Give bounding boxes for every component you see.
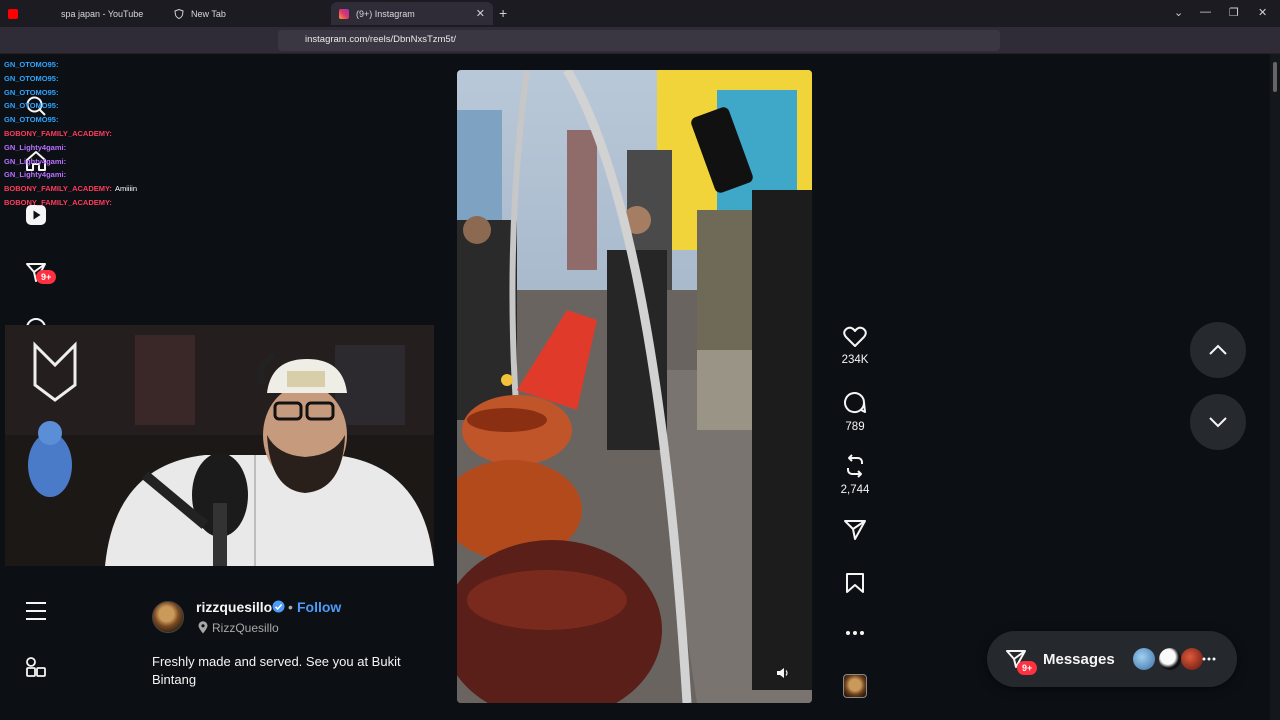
tab-new-tab-label: New Tab	[191, 8, 226, 19]
message-avatar	[1133, 648, 1155, 670]
save-action[interactable]	[836, 572, 874, 594]
audio-thumbnail[interactable]	[843, 674, 867, 698]
more-dots-icon	[1202, 657, 1216, 661]
chat-message: GN_Lighty4gami:	[4, 168, 244, 182]
next-reel-button[interactable]	[1190, 394, 1246, 450]
chevron-down-icon	[1209, 417, 1227, 428]
messages-label: Messages	[1043, 651, 1115, 668]
close-window-button[interactable]: ✕	[1258, 6, 1267, 19]
tab-instagram[interactable]: (9+) Instagram ✕	[331, 2, 493, 25]
verified-badge-icon	[272, 600, 285, 613]
shield-favicon-icon	[174, 8, 184, 19]
message-avatar	[1159, 648, 1181, 670]
hamburger-menu-icon	[26, 602, 46, 620]
chat-message: BOBONY_FAMILY_ACADEMY:	[4, 196, 244, 210]
chat-message: GN_OTOMO95:	[4, 99, 244, 113]
minimize-button[interactable]: —	[1200, 6, 1211, 18]
youtube-favicon-icon	[8, 8, 18, 19]
notifications-badge: 9+	[36, 270, 57, 284]
webcam-image	[5, 325, 434, 566]
chat-username: GN_OTOMO95:	[4, 115, 59, 125]
like-count: 234K	[841, 354, 869, 366]
instagram-favicon-icon	[339, 8, 349, 19]
chat-message: BOBONY_FAMILY_ACADEMY:	[4, 127, 244, 141]
repost-action[interactable]: 2,744	[836, 454, 874, 496]
stream-chat-overlay: GN_OTOMO95: GN_OTOMO95: GN_OTOMO95: GN_OTOM…	[4, 58, 244, 210]
browser-tab-bar: spa japan - YouTube New Tab (9+) Instagr…	[0, 0, 1280, 27]
scrollbar-thumb[interactable]	[1273, 62, 1277, 92]
grid-apps-icon	[26, 657, 46, 677]
chat-message: GN_OTOMO95:	[4, 113, 244, 127]
reel-video[interactable]	[457, 70, 812, 703]
tab-instagram-label: (9+) Instagram	[356, 8, 415, 19]
messages-button[interactable]: 9+ Messages	[987, 631, 1237, 687]
chat-message: BOBONY_FAMILY_ACADEMY: Amiiiin	[4, 182, 244, 196]
chat-username: GN_OTOMO95:	[4, 60, 59, 69]
tab-new-tab[interactable]: New Tab	[166, 2, 331, 25]
separator-dot: •	[288, 599, 293, 615]
post-location[interactable]: RizzQuesillo	[212, 621, 279, 635]
chat-username: GN_OTOMO95:	[4, 101, 59, 111]
more-options-action[interactable]	[836, 630, 874, 636]
author-avatar[interactable]	[152, 601, 184, 633]
chat-message: GN_OTOMO95:	[4, 72, 244, 86]
share-action[interactable]	[836, 519, 874, 541]
sidebar-item-messages[interactable]: 9+	[22, 258, 57, 286]
chat-message: GN_Lighty4gami:	[4, 155, 244, 169]
repost-icon[interactable]	[843, 454, 867, 478]
like-action[interactable]: 234K	[836, 326, 874, 366]
post-caption: Freshly made and served. See you at Buki…	[152, 654, 401, 687]
url-text[interactable]: instagram.com/reels/DbnNxsTzm5t/	[305, 34, 456, 45]
sidebar-item-more[interactable]	[22, 597, 50, 625]
chat-username: BOBONY_FAMILY_ACADEMY:	[4, 197, 112, 207]
more-dots-icon[interactable]	[845, 630, 865, 636]
tab-youtube[interactable]: spa japan - YouTube	[0, 2, 165, 25]
chat-username: GN_OTOMO95:	[4, 73, 59, 83]
browser-toolbar: instagram.com/reels/DbnNxsTzm5t/	[0, 27, 1280, 74]
streamer-webcam	[5, 325, 434, 566]
reel-video-frame	[457, 70, 812, 703]
chat-username: GN_Lighty4gami:	[4, 156, 67, 166]
tab-list-chevron-icon[interactable]: ⌄	[1174, 6, 1183, 19]
chat-message: GN_Lighty4gami:	[4, 141, 244, 155]
heart-icon[interactable]	[843, 326, 867, 348]
sidebar-item-also-from-meta[interactable]	[22, 653, 50, 681]
chevron-up-icon	[1209, 344, 1227, 355]
chat-message: GN_OTOMO95:	[4, 86, 244, 100]
repost-count: 2,744	[840, 484, 870, 496]
new-tab-button[interactable]: +	[499, 5, 507, 21]
chat-message: GN_OTOMO95:	[4, 58, 244, 72]
page-scrollbar[interactable]	[1270, 54, 1280, 720]
tab-youtube-label: spa japan - YouTube	[61, 8, 144, 19]
chat-text: Amiiiin	[114, 184, 138, 194]
share-icon[interactable]	[843, 519, 867, 541]
instagram-page: 9+ GN_OTOMO95: GN_OTOMO95: GN_OTOMO95: GN_O…	[0, 54, 1280, 720]
chat-username: GN_Lighty4gami:	[4, 142, 67, 152]
follow-button[interactable]: Follow	[297, 599, 341, 615]
previous-reel-button[interactable]	[1190, 322, 1246, 378]
maximize-button[interactable]: ❐	[1229, 6, 1239, 19]
chat-username: GN_Lighty4gami:	[4, 170, 67, 180]
comment-count: 789	[845, 421, 865, 433]
bookmark-save-icon[interactable]	[845, 572, 865, 594]
comment-action[interactable]: 789	[836, 391, 874, 433]
message-avatar	[1181, 648, 1203, 670]
messages-badge: 9+	[1017, 661, 1038, 675]
close-tab-icon[interactable]: ✕	[476, 7, 485, 20]
chat-username: BOBONY_FAMILY_ACADEMY:	[4, 128, 112, 138]
location-pin-icon	[198, 621, 208, 634]
comment-icon[interactable]	[843, 391, 867, 415]
chat-username: GN_OTOMO95:	[4, 87, 59, 97]
chat-username: BOBONY_FAMILY_ACADEMY:	[4, 184, 112, 194]
volume-icon[interactable]	[776, 667, 790, 679]
author-username[interactable]: rizzquesillo	[196, 599, 272, 615]
